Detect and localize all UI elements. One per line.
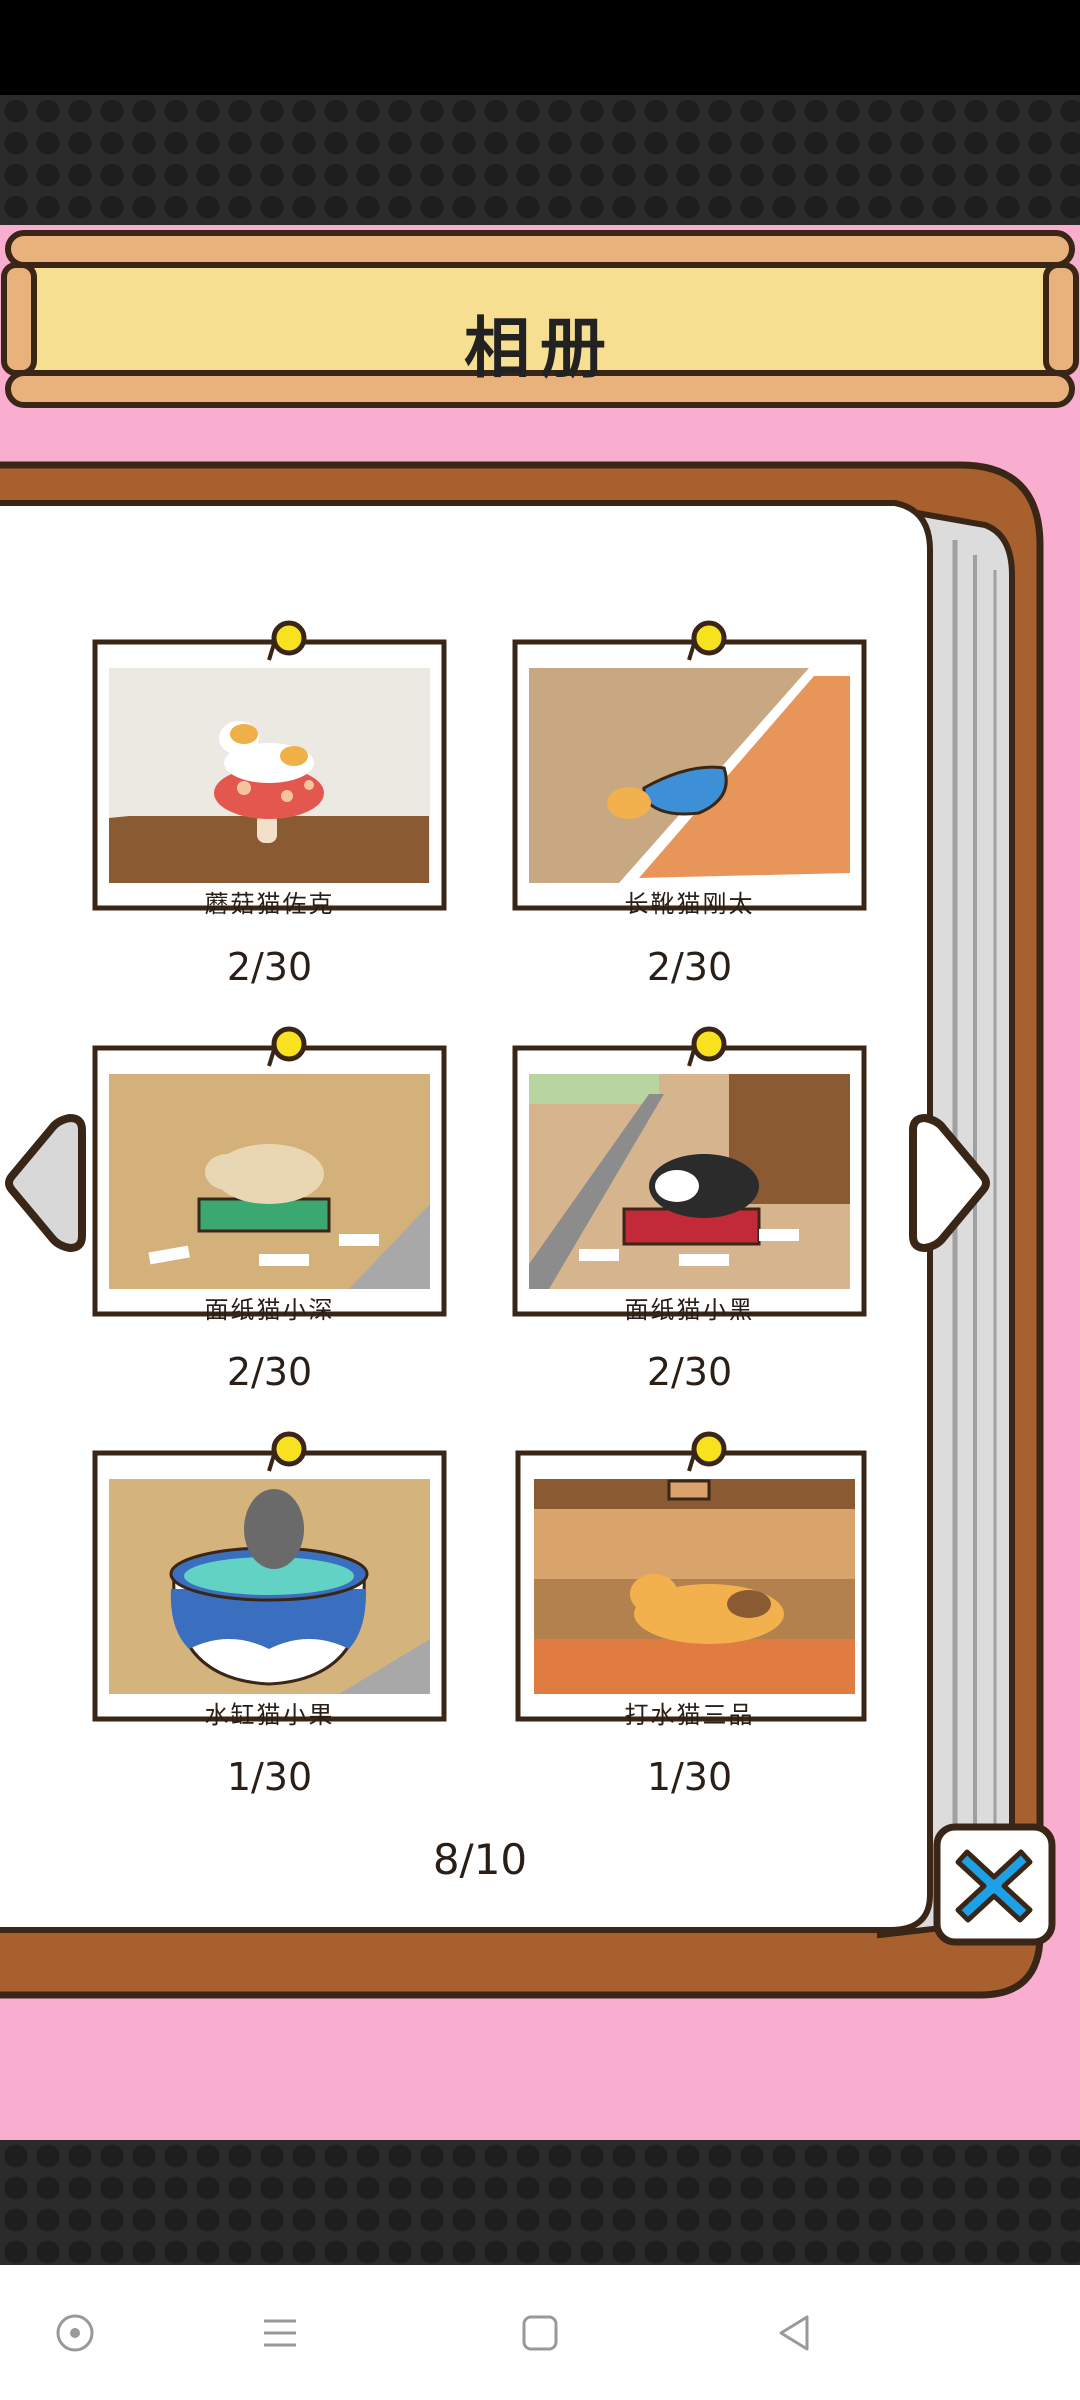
next-page-button[interactable] (905, 1108, 995, 1262)
photo-card[interactable]: 打水猫三品 (512, 1423, 867, 1729)
status-bar (0, 0, 1080, 95)
water-jar-cat-illustration (109, 1479, 430, 1694)
top-pattern-banner (0, 95, 1080, 225)
page-indicator: 8/10 (432, 1835, 528, 1884)
menu-lines-icon (264, 2319, 296, 2346)
card-photo (534, 1479, 855, 1694)
boot-cat-illustration (529, 668, 850, 883)
nav-home-button[interactable] (480, 2265, 600, 2400)
photo-card[interactable]: 面纸猫小深 (92, 1018, 447, 1324)
black-tissue-cat-illustration (529, 1074, 850, 1289)
card-count: 1/30 (646, 1755, 733, 1799)
card-photo (109, 1074, 430, 1289)
page-title: 相册 (464, 310, 616, 387)
prev-page-button[interactable] (0, 1108, 90, 1262)
card-name: 长靴猫刚太 (624, 890, 755, 918)
card-name: 面纸猫小深 (204, 1296, 335, 1324)
card-count: 2/30 (226, 945, 313, 989)
sweeping-cat-illustration (534, 1479, 855, 1694)
mushroom-cat-illustration (109, 668, 430, 883)
back-triangle-icon (779, 2315, 809, 2350)
card-count: 2/30 (226, 1350, 313, 1394)
nav-menu-button[interactable] (220, 2265, 340, 2400)
square-icon (522, 2315, 558, 2350)
photo-card[interactable]: 面纸猫小黑 (512, 1018, 867, 1324)
card-count: 2/30 (646, 945, 733, 989)
card-count: 1/30 (226, 1755, 313, 1799)
photo-card[interactable]: 长靴猫刚太 (512, 612, 867, 918)
photo-card[interactable]: 水缸猫小果 (92, 1423, 447, 1729)
circle-dot-icon (56, 2314, 94, 2351)
bottom-pattern-banner (0, 2140, 1080, 2265)
card-name: 蘑菇猫佐克 (204, 890, 335, 918)
card-name: 面纸猫小黑 (624, 1296, 755, 1324)
card-name: 水缸猫小果 (204, 1701, 335, 1729)
card-photo (529, 1074, 850, 1289)
nav-back-button[interactable] (735, 2265, 855, 2400)
triangle-right-icon (909, 1113, 990, 1253)
triangle-left-icon (5, 1113, 86, 1253)
photo-card[interactable]: 蘑菇猫佐克 (92, 612, 447, 918)
close-x-icon (933, 1823, 1056, 1946)
card-count: 2/30 (646, 1350, 733, 1394)
close-button[interactable] (932, 1822, 1057, 1947)
system-nav-bar (0, 2265, 1080, 2400)
nav-assistant-button[interactable] (15, 2265, 135, 2400)
card-photo (529, 668, 850, 883)
card-photo (109, 1479, 430, 1694)
card-photo (109, 668, 430, 883)
tissue-cat-illustration (109, 1074, 430, 1289)
card-name: 打水猫三品 (624, 1701, 755, 1729)
title-board: 相册 (0, 225, 1080, 415)
